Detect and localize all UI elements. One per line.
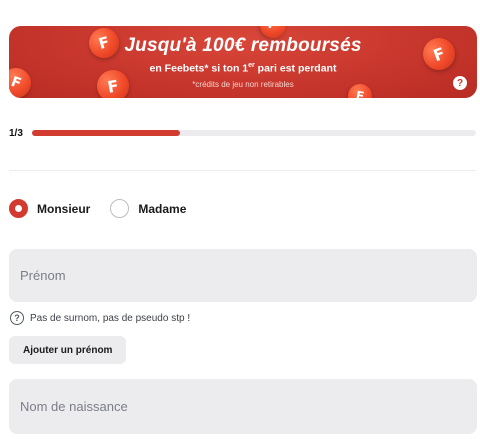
promo-banner[interactable]: F F F F F F Jusqu'à 100€ remboursés en F… [9,26,477,98]
banner-disclaimer: *crédits de jeu non retirables [192,80,294,89]
divider [9,170,476,171]
banner-title: Jusqu'à 100€ remboursés [124,35,362,56]
radio-option-madame[interactable]: Madame [110,199,186,218]
banner-subtitle-start: en Feebets* si ton 1 [149,62,249,75]
radio-button[interactable] [110,199,130,218]
birth-name-input[interactable] [9,379,477,434]
banner-subtitle-end: pari est perdant [254,62,337,75]
first-name-input[interactable] [9,249,477,302]
hint-text: Pas de surnom, pas de pseudo stp ! [30,312,191,324]
progress-bar [32,130,476,136]
radio-option-monsieur[interactable]: Monsieur [9,199,90,218]
banner-subtitle-superscript: er [248,62,255,69]
step-counter: 1/3 [9,128,23,139]
radio-label: Monsieur [37,201,91,216]
gender-radio-group: Monsieur Madame [9,199,206,218]
question-circle-icon: ? [10,311,24,325]
add-first-name-button[interactable]: Ajouter un prénom [9,336,127,364]
radio-dot [15,205,22,212]
help-icon[interactable]: ? [453,76,467,90]
radio-label: Madame [138,201,187,216]
banner-subtitle: en Feebets* si ton 1er pari est perdant [9,62,477,75]
radio-button[interactable] [9,199,28,218]
progress-bar-fill [32,130,180,136]
first-name-hint: ? Pas de surnom, pas de pseudo stp ! [10,311,190,325]
